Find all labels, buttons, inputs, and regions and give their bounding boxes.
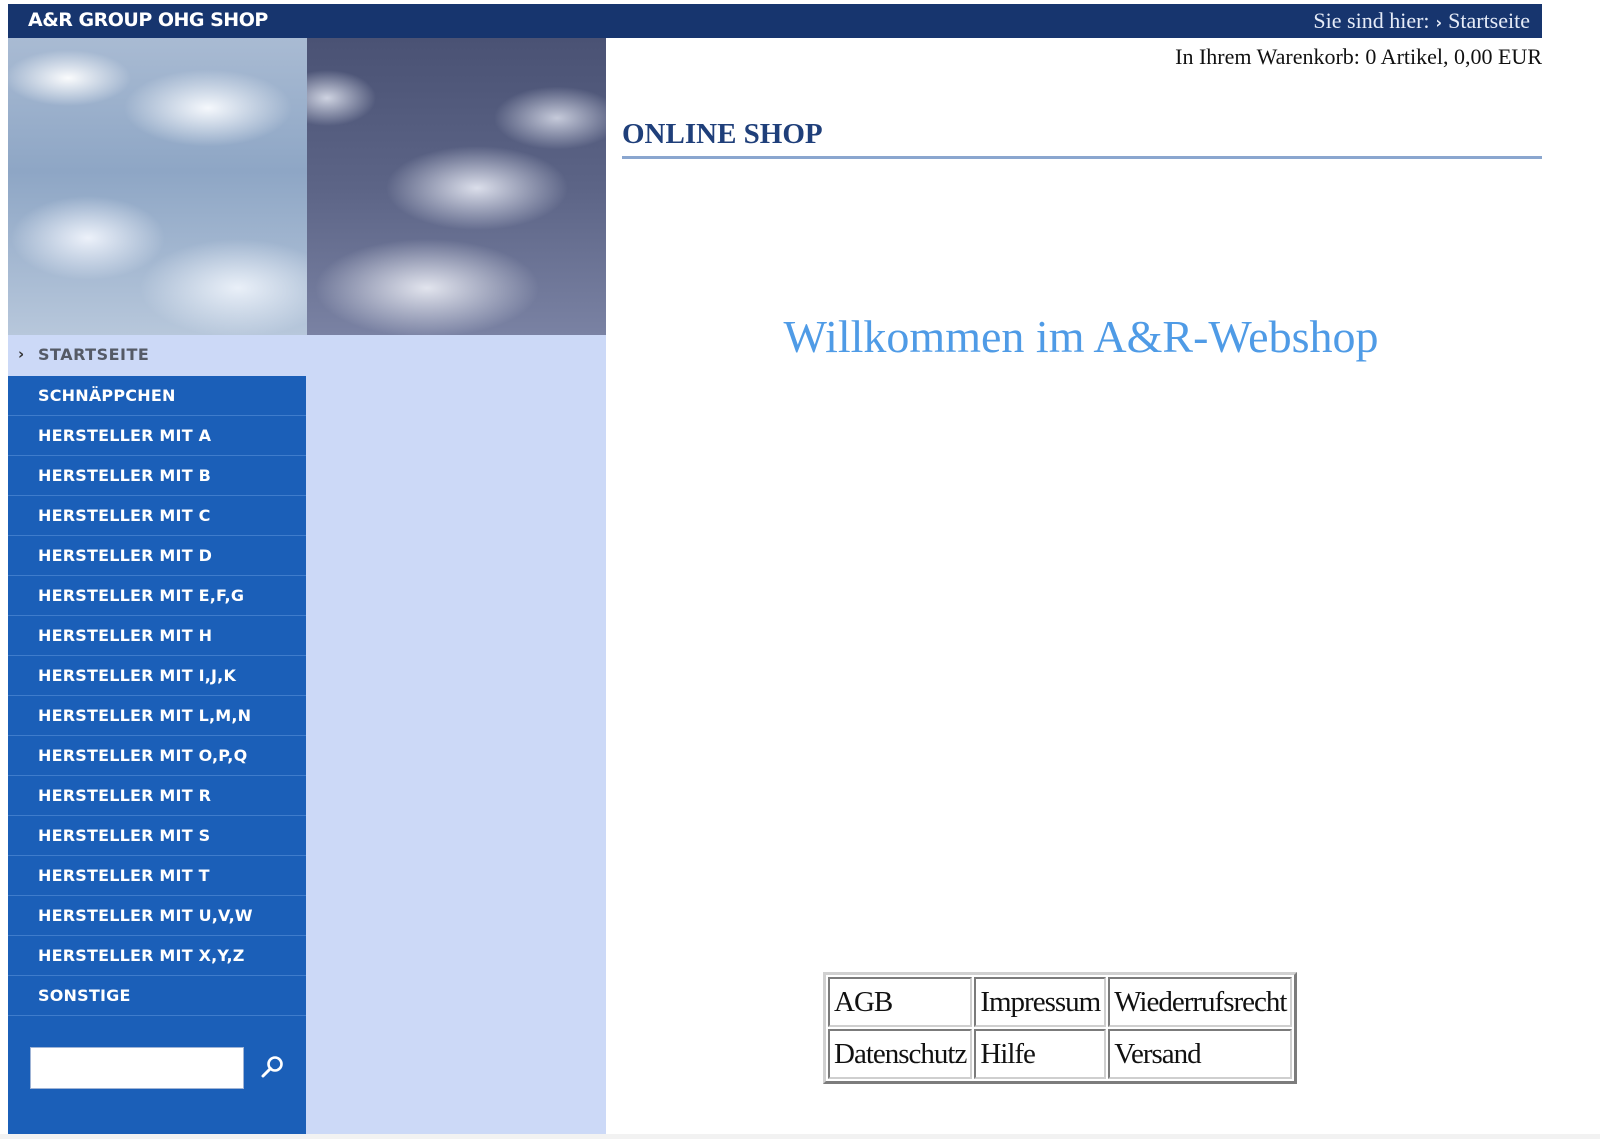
table-row: Datenschutz Hilfe Versand [828, 1029, 1293, 1079]
sidebar-item-hersteller-b[interactable]: HERSTELLER MIT B [8, 456, 306, 496]
sidebar-item-hersteller-ijk[interactable]: HERSTELLER MIT I,J,K [8, 656, 306, 696]
header-image [8, 38, 606, 335]
footer-link-versand[interactable]: Versand [1108, 1029, 1293, 1079]
sidebar-item-hersteller-lmn[interactable]: HERSTELLER MIT L,M,N [8, 696, 306, 736]
sidebar-item-hersteller-opq[interactable]: HERSTELLER MIT O,P,Q [8, 736, 306, 776]
sidebar-item-label: STARTSEITE [38, 345, 150, 364]
sidebar-item-sonstige[interactable]: SONSTIGE [8, 976, 306, 1016]
sidebar-item-hersteller-r[interactable]: HERSTELLER MIT R [8, 776, 306, 816]
shop-name: A&R GROUP OHG SHOP [28, 9, 268, 31]
sidebar-item-startseite[interactable]: › STARTSEITE [8, 335, 306, 375]
header-image-right [307, 38, 606, 335]
search-input[interactable] [30, 1047, 244, 1089]
footer-link-agb[interactable]: AGB [828, 977, 973, 1027]
sidebar-item-schnaeppchen[interactable]: SCHNÄPPCHEN [8, 376, 306, 416]
footer-link-wiederrufsrecht[interactable]: Wiederrufsrecht [1108, 977, 1293, 1027]
sidebar-item-hersteller-uvw[interactable]: HERSTELLER MIT U,V,W [8, 896, 306, 936]
page-title: ONLINE SHOP [622, 116, 1542, 159]
chevron-right-icon: › [1435, 13, 1443, 32]
footer-link-datenschutz[interactable]: Datenschutz [828, 1029, 973, 1079]
footer-links-table: AGB Impressum Wiederrufsrecht Datenschut… [823, 972, 1298, 1084]
sidebar-item-hersteller-efg[interactable]: HERSTELLER MIT E,F,G [8, 576, 306, 616]
breadcrumb-prefix: Sie sind hier: [1313, 8, 1430, 33]
chevron-right-icon: › [18, 345, 25, 363]
footer-link-impressum[interactable]: Impressum [974, 977, 1107, 1027]
sidebar-item-hersteller-a[interactable]: HERSTELLER MIT A [8, 416, 306, 456]
table-row: AGB Impressum Wiederrufsrecht [828, 977, 1293, 1027]
welcome-heading: Willkommen im A&R-Webshop [783, 311, 1379, 362]
header-image-left [8, 38, 307, 335]
bottom-divider [0, 1134, 1600, 1139]
page-title-text: ONLINE SHOP [622, 118, 823, 150]
breadcrumb-link-startseite[interactable]: Startseite [1448, 8, 1530, 33]
sidebar-item-hersteller-s[interactable]: HERSTELLER MIT S [8, 816, 306, 856]
breadcrumb: Sie sind hier: › Startseite [1313, 8, 1530, 34]
sidebar-item-hersteller-d[interactable]: HERSTELLER MIT D [8, 536, 306, 576]
footer-link-hilfe[interactable]: Hilfe [974, 1029, 1107, 1079]
sidebar-nav: SCHNÄPPCHEN HERSTELLER MIT A HERSTELLER … [8, 376, 306, 1139]
search-icon[interactable] [258, 1053, 288, 1083]
sidebar-item-hersteller-xyz[interactable]: HERSTELLER MIT X,Y,Z [8, 936, 306, 976]
sidebar-item-hersteller-t[interactable]: HERSTELLER MIT T [8, 856, 306, 896]
sidebar-item-hersteller-c[interactable]: HERSTELLER MIT C [8, 496, 306, 536]
top-bar: A&R GROUP OHG SHOP Sie sind hier: › Starts… [8, 4, 1542, 38]
sidebar-item-hersteller-h[interactable]: HERSTELLER MIT H [8, 616, 306, 656]
cart-summary[interactable]: In Ihrem Warenkorb: 0 Artikel, 0,00 EUR [1175, 44, 1542, 70]
